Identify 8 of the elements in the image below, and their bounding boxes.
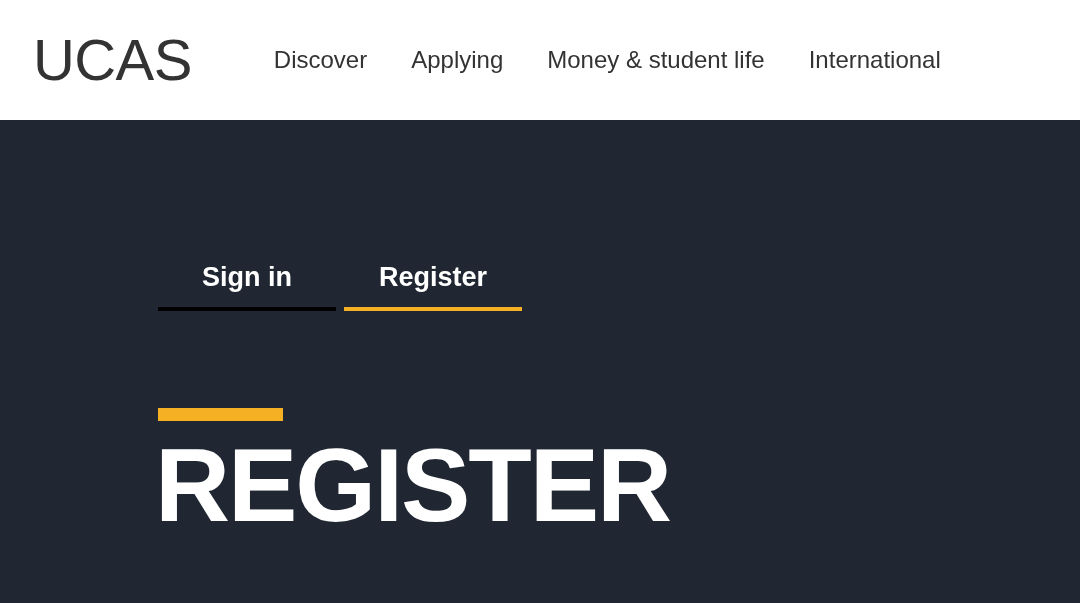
nav-link[interactable]: Discover <box>273 45 368 75</box>
tab[interactable]: Sign in <box>158 259 336 311</box>
tab[interactable]: Register <box>344 259 522 311</box>
nav-link[interactable]: Applying <box>411 45 504 75</box>
nav-link[interactable]: Money & student life <box>547 45 765 75</box>
nav-link[interactable]: International <box>808 45 941 75</box>
site-logo[interactable]: UCAS <box>33 31 192 89</box>
page-heading: REGISTER <box>155 433 670 537</box>
